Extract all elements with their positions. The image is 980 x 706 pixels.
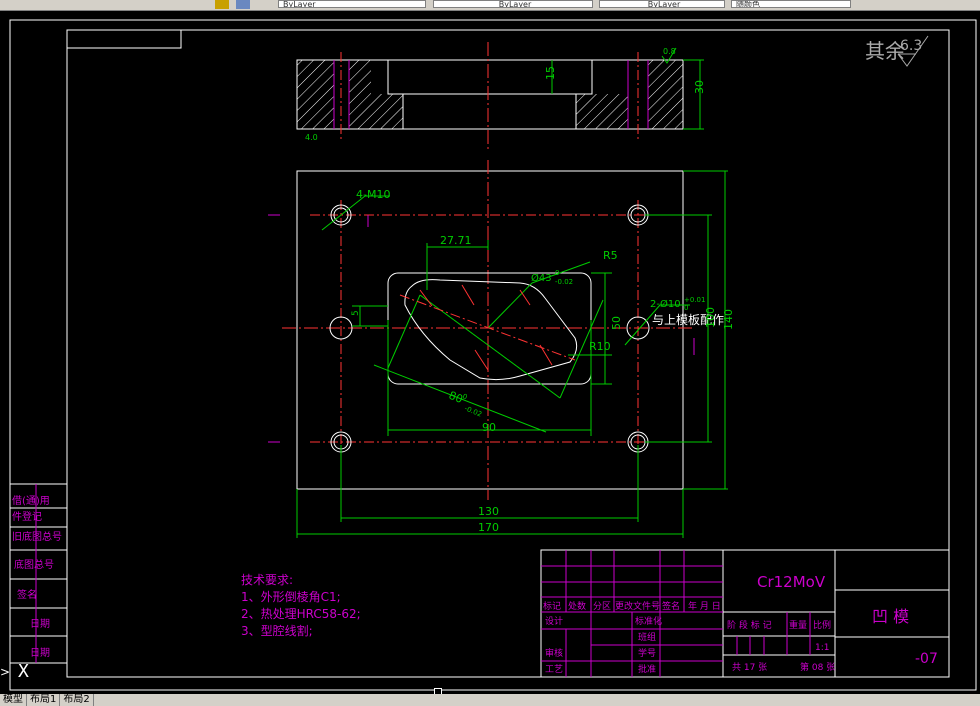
side-r2: 件登记 (12, 510, 42, 523)
dim-r5: R5 (603, 249, 618, 262)
color-combo-value: ByLayer (283, 0, 316, 8)
tech-item-2: 2、热处理HRC58-62; (241, 607, 361, 621)
dim-170: 170 (478, 521, 499, 534)
dim-r10: R10 (589, 340, 611, 353)
h-fenqu: 分区 (593, 601, 611, 612)
lineweight-combo[interactable]: ByLayer (599, 0, 725, 8)
dim-15: 15 (544, 66, 557, 80)
side-r1: 借(通)用 (12, 495, 50, 507)
layer-state-icon[interactable] (215, 0, 229, 9)
tab-layout2[interactable]: 布局2 (60, 694, 94, 706)
weight-label: 重量 (789, 619, 807, 631)
side-r4: 底图总号 (14, 558, 54, 571)
dim-27-71: 27.71 (440, 234, 472, 247)
biaozhunhua: 标准化 (635, 615, 662, 627)
section-note: 4.0 (305, 133, 318, 142)
side-r3: 旧底图总号 (12, 530, 62, 543)
h-biaoji: 标记 (543, 600, 561, 612)
surface-finish-label: 其余 (865, 39, 905, 63)
sheet-border (9, 19, 977, 691)
side-r6: 日期 (30, 618, 50, 630)
lineweight-combo-value: ByLayer (647, 0, 681, 8)
total-sheets: 共 17 张 (732, 662, 767, 673)
h-qianming: 签名 (662, 600, 680, 612)
dim-phi43-tol: -0.02 (555, 278, 573, 286)
dim-100: 100 (704, 307, 717, 328)
drawing-number: -07 (915, 651, 938, 667)
side-r5: 签名 (17, 588, 37, 601)
sheji: 设计 (545, 615, 563, 627)
dim-phi43: Ø43 (531, 272, 552, 284)
dim-5: 5 (351, 310, 361, 316)
tech-requirements: 技术要求: 1、外形倒棱角C1; 2、热处理HRC58-62; 3、型腔线割; (241, 573, 361, 638)
section-view: 15 30 0.8 4.0 (296, 42, 706, 152)
scale-value: 1:1 (815, 643, 829, 653)
ucs-arrow-icon: > (0, 665, 11, 679)
material: Cr12MoV (757, 573, 826, 591)
tech-title: 技术要求: (241, 573, 293, 587)
pizhun: 批准 (638, 663, 656, 675)
part-name: 凹 模 (872, 607, 909, 626)
dim-50: 50 (610, 316, 623, 330)
stage-label: 阶 段 标 记 (727, 619, 772, 631)
surface-finish-value: 6.3 (900, 38, 922, 54)
h-chushu: 处数 (568, 600, 586, 612)
linetype-combo-value: ByLayer (498, 0, 532, 8)
h-ymd: 年 月 日 (688, 600, 721, 612)
drawing-canvas[interactable]: 其余 6.3 15 30 0.8 4.0 4-M10 27.71 R5 Ø43 … (0, 10, 980, 694)
banzu: 班组 (638, 631, 656, 643)
scale-label: 比例 (813, 619, 831, 631)
tab-layout1[interactable]: 布局1 (27, 694, 61, 706)
dim-2phi10: 2-Ø10 (650, 298, 681, 310)
plot-style-combo[interactable]: 随颜色 (731, 0, 851, 8)
layer-manager-icon[interactable] (236, 0, 250, 9)
dim-2phi10-tol: +0.01 (684, 296, 705, 304)
linetype-combo[interactable]: ByLayer (433, 0, 593, 8)
surface-finish-symbol: 其余 6.3 (865, 35, 929, 67)
title-block: Cr12MoV 凹 模 -07 标记 处数 分区 更改文件号 签名 年 月 日 … (540, 549, 950, 678)
tab-model[interactable]: 模型 (0, 694, 27, 706)
ucs-x-axis-icon: X (18, 661, 29, 682)
xuehao: 学号 (638, 647, 656, 659)
layout-tabs: 模型 布局1 布局2 (0, 694, 980, 706)
dim-90: 90 (482, 421, 496, 434)
plot-style-value: 随颜色 (736, 0, 760, 8)
side-table: 借(通)用 件登记 旧底图总号 底图总号 签名 日期 日期 (10, 483, 67, 664)
color-combo[interactable]: ByLayer (278, 0, 426, 8)
gongyi: 工艺 (545, 664, 563, 675)
side-r7: 日期 (30, 647, 50, 659)
dim-140: 140 (722, 309, 735, 330)
shenhe: 审核 (545, 647, 563, 659)
dim-4m10: 4-M10 (356, 188, 390, 201)
dim-130: 130 (478, 505, 499, 518)
tech-item-3: 3、型腔线割; (241, 623, 313, 638)
tech-item-1: 1、外形倒棱角C1; (241, 589, 341, 604)
sheet-number: 第 08 张 (800, 661, 835, 673)
dim-phi43-tol-up: 0 (555, 269, 559, 277)
h-gengai: 更改文件号 (615, 600, 660, 612)
plan-view: 4-M10 27.71 R5 Ø43 -0.02 0 2-Ø10 +0.01 0… (268, 160, 735, 538)
dim-30: 30 (693, 80, 706, 94)
dim-2phi10-tol-low: 0 (684, 304, 688, 312)
